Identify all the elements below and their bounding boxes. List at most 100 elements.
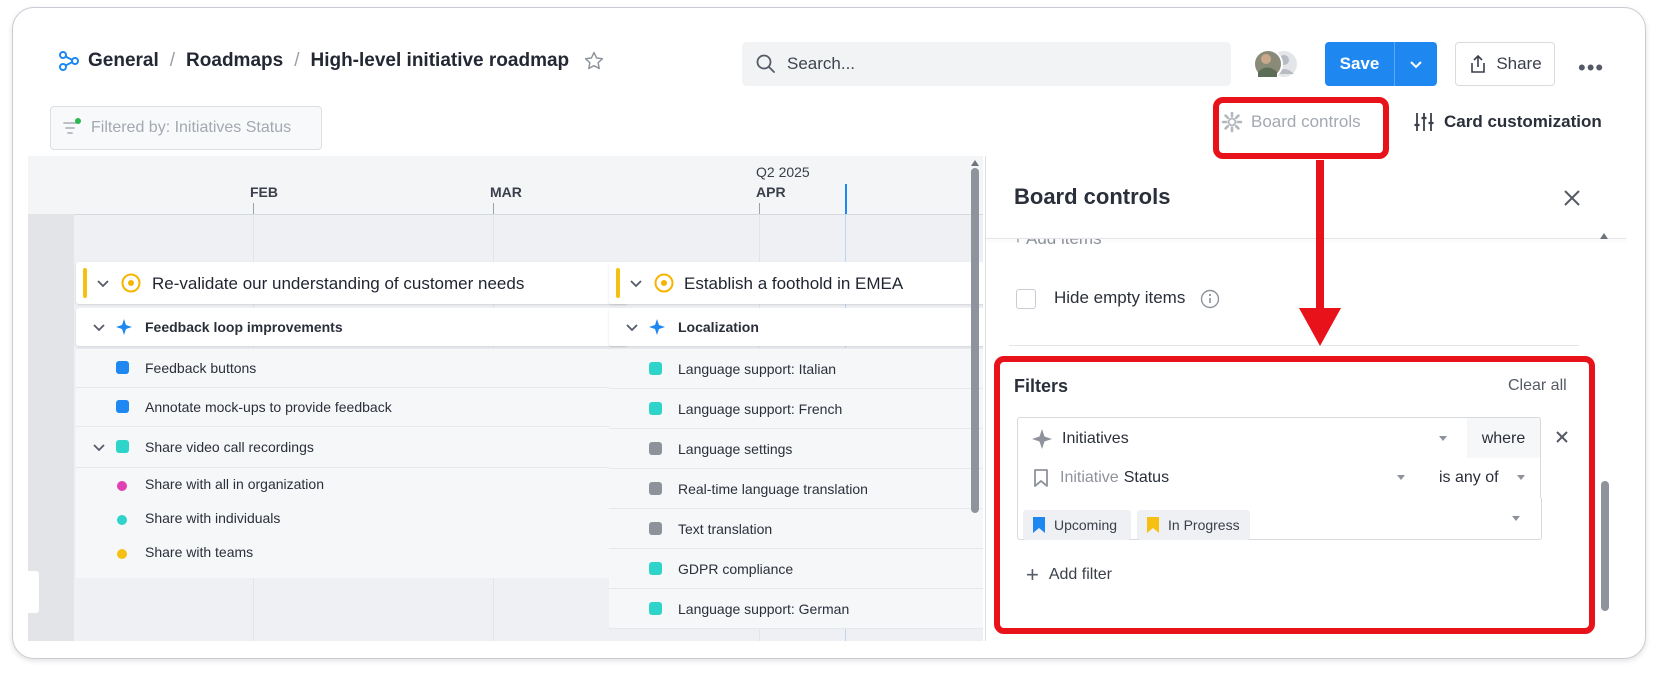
hide-empty-label: Hide empty items (1054, 288, 1186, 307)
feature-title: Share video call recordings (145, 439, 314, 455)
list-item[interactable]: Language support: German (609, 588, 983, 629)
initiative-card[interactable]: Re-validate our understanding of custome… (76, 262, 628, 304)
list-item[interactable]: Text translation (609, 508, 983, 548)
timeline-scrollbar[interactable] (971, 168, 979, 513)
feature-title: Language support: French (678, 401, 843, 417)
page-title: High-level initiative roadmap (310, 50, 570, 71)
sparkle-icon (116, 319, 132, 335)
chevron-down-icon (1410, 61, 1422, 69)
filter-icon (63, 118, 81, 134)
scroll-up-icon[interactable] (1599, 232, 1609, 240)
subitem-color-dot (117, 515, 127, 525)
month-label: MAR (490, 184, 522, 200)
initiative-color-bar (616, 268, 620, 298)
feature-group-title: Feedback loop improvements (145, 319, 343, 335)
feature-group-card[interactable]: Localization (609, 308, 983, 346)
feature-title: Real-time language translation (678, 481, 868, 497)
save-button[interactable]: Save (1325, 42, 1394, 86)
side-handle[interactable] (28, 571, 39, 613)
initiative-color-bar (83, 268, 87, 298)
scroll-up-icon[interactable] (970, 159, 980, 167)
panel-scrollbar[interactable] (1601, 481, 1609, 611)
feature-color-square (649, 522, 662, 535)
initiative-card[interactable]: Establish a foothold in EMEA (609, 262, 983, 304)
add-items-label: Add items (1026, 239, 1102, 249)
subitem-color-dot (117, 549, 127, 559)
feature-color-square (649, 442, 662, 455)
share-button[interactable]: Share (1455, 42, 1555, 86)
filter-indicator-button[interactable]: Filtered by: Initiatives Status (50, 106, 322, 150)
hide-empty-checkbox[interactable] (1016, 289, 1036, 309)
feature-color-square (649, 562, 662, 575)
feature-color-square (649, 482, 662, 495)
list-item[interactable]: Language settings (609, 428, 983, 468)
subitems-list: Share with all in organization Share wit… (76, 467, 628, 578)
annotation-arrow-icon (1299, 160, 1341, 346)
roadmap-timeline: Q2 2025 FEB MAR APR Re-validate our unde… (28, 156, 983, 641)
breadcrumb-roadmaps[interactable]: Roadmaps (186, 50, 283, 72)
list-item[interactable]: Feedback buttons (76, 348, 628, 387)
breadcrumb: General / Roadmaps / High-level initiati… (58, 50, 605, 72)
feature-title: GDPR compliance (678, 561, 794, 577)
month-label: FEB (250, 184, 278, 200)
feature-color-square (649, 402, 662, 415)
list-item[interactable]: Annotate mock-ups to provide feedback (76, 387, 628, 426)
more-options-icon[interactable]: ••• (1578, 55, 1604, 81)
chevron-down-icon[interactable] (92, 320, 106, 334)
quarter-label: Q2 2025 (756, 164, 810, 180)
month-label: APR (756, 184, 786, 200)
star-icon[interactable] (583, 50, 605, 72)
chevron-down-icon[interactable] (96, 276, 110, 290)
collaborator-avatars[interactable] (1253, 47, 1301, 81)
today-marker (845, 184, 847, 214)
highlight-board-controls (1213, 97, 1389, 159)
feature-color-square (116, 400, 129, 413)
list-item[interactable]: GDPR compliance (609, 548, 983, 588)
timeline-tick (253, 203, 254, 214)
breadcrumb-separator: / (294, 50, 300, 71)
panel-title: Board controls (1014, 184, 1171, 209)
feature-group-title: Localization (678, 319, 759, 335)
status-in-progress-icon (654, 273, 674, 293)
subitem-title[interactable]: Share with individuals (145, 510, 280, 526)
timeline-header: Q2 2025 FEB MAR APR (28, 156, 983, 215)
close-icon[interactable] (1562, 188, 1582, 208)
list-item[interactable]: Real-time language translation (609, 468, 983, 508)
chevron-down-icon[interactable] (629, 276, 643, 290)
breadcrumb-general[interactable]: General (88, 50, 159, 72)
feature-color-square (116, 361, 129, 374)
share-label: Share (1496, 54, 1542, 73)
subitem-title[interactable]: Share with all in organization (145, 476, 324, 492)
highlight-filters-section (994, 356, 1595, 634)
chevron-down-icon[interactable] (625, 320, 639, 334)
filter-indicator-label: Filtered by: Initiatives Status (91, 119, 292, 136)
list-item[interactable]: Language support: Italian (609, 348, 983, 388)
share-icon (1471, 54, 1486, 73)
add-items-row[interactable]: Add items + (986, 239, 1606, 253)
card-customization-label: Card customization (1444, 112, 1602, 131)
feature-title: Language support: Italian (678, 361, 837, 377)
timeline-tick (493, 203, 494, 214)
save-button-group: Save (1325, 42, 1437, 86)
feature-title: Feedback buttons (145, 360, 257, 376)
feature-title: Language settings (678, 441, 793, 457)
save-options-dropdown[interactable] (1394, 42, 1437, 86)
initiative-title: Establish a foothold in EMEA (684, 274, 904, 293)
feature-title: Language support: German (678, 601, 850, 617)
info-icon[interactable] (1200, 289, 1220, 309)
list-item[interactable]: Share video call recordings (76, 426, 628, 467)
feature-title: Annotate mock-ups to provide feedback (145, 399, 392, 415)
chevron-down-icon[interactable] (92, 440, 106, 454)
search-input[interactable]: Search... (742, 42, 1231, 86)
card-customization-button[interactable]: Card customization (1413, 111, 1602, 133)
list-item[interactable]: Language support: French (609, 388, 983, 428)
roadmap-icon (59, 51, 79, 71)
search-icon (756, 54, 775, 73)
feature-group-card[interactable]: Feedback loop improvements (76, 308, 628, 346)
feature-color-square (649, 362, 662, 375)
feature-title: Text translation (678, 521, 773, 537)
timeline-tick (759, 203, 760, 214)
search-placeholder: Search... (787, 54, 856, 73)
initiative-title: Re-validate our understanding of custome… (152, 274, 525, 293)
subitem-title[interactable]: Share with teams (145, 544, 253, 560)
